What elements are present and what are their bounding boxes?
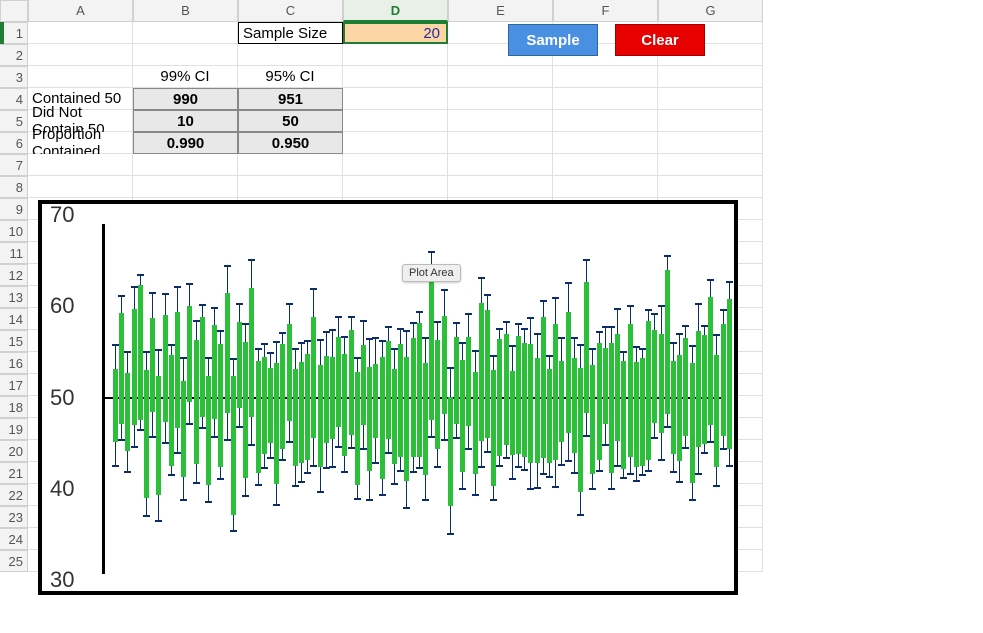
row-header-25[interactable]: 25 (0, 550, 28, 572)
col-header-E[interactable]: E (448, 0, 553, 22)
row-header-1[interactable]: 1 (0, 22, 28, 44)
sample-size-input[interactable]: 20▼ (343, 22, 448, 44)
cell-A3[interactable] (28, 66, 133, 88)
cell-F8[interactable] (553, 176, 658, 198)
row-header-19[interactable]: 19 (0, 418, 28, 440)
cell-D7[interactable] (343, 154, 448, 176)
col-header-D[interactable]: D (343, 0, 448, 22)
row-header-17[interactable]: 17 (0, 374, 28, 396)
cell-E6[interactable] (448, 132, 553, 154)
header-99ci: 99% CI (133, 66, 238, 88)
y-tick-label: 40 (50, 476, 74, 502)
row-header-10[interactable]: 10 (0, 220, 28, 242)
cell-E5[interactable] (448, 110, 553, 132)
table-cell-95: 951 (238, 88, 343, 110)
table-row-label: Proportion Contained (28, 132, 133, 154)
cell-A2[interactable] (28, 44, 133, 66)
row-header-14[interactable]: 14 (0, 308, 28, 330)
cell-C8[interactable] (238, 176, 343, 198)
y-tick-label: 50 (50, 385, 74, 411)
sample-size-label: Sample Size (238, 22, 343, 44)
cell-B8[interactable] (133, 176, 238, 198)
row-header-24[interactable]: 24 (0, 528, 28, 550)
col-header-G[interactable]: G (658, 0, 763, 22)
cell-G5[interactable] (658, 110, 763, 132)
col-header-A[interactable]: A (28, 0, 133, 22)
cell-F4[interactable] (553, 88, 658, 110)
y-tick-label: 70 (50, 202, 74, 228)
row-header-4[interactable]: 4 (0, 88, 28, 110)
cell-E7[interactable] (448, 154, 553, 176)
sample-button[interactable]: Sample (508, 24, 598, 56)
row-header-16[interactable]: 16 (0, 352, 28, 374)
row-header-2[interactable]: 2 (0, 44, 28, 66)
col-header-B[interactable]: B (133, 0, 238, 22)
cell-G7[interactable] (658, 154, 763, 176)
cell-F3[interactable] (553, 66, 658, 88)
cell-D2[interactable] (343, 44, 448, 66)
cell-G8[interactable] (658, 176, 763, 198)
select-all-corner[interactable] (0, 0, 28, 22)
cell-E8[interactable] (448, 176, 553, 198)
cell-E3[interactable] (448, 66, 553, 88)
chart-area[interactable]: 30 40 50 60 70 Plot Area (38, 200, 738, 595)
row-header-8[interactable]: 8 (0, 176, 28, 198)
header-95ci: 95% CI (238, 66, 343, 88)
cell-D6[interactable] (343, 132, 448, 154)
plot-area-tooltip: Plot Area (402, 264, 461, 282)
y-axis-line (102, 224, 105, 574)
ci-interval (726, 204, 733, 591)
cell-E4[interactable] (448, 88, 553, 110)
row-header-21[interactable]: 21 (0, 462, 28, 484)
cell-G3[interactable] (658, 66, 763, 88)
cell-B2[interactable] (133, 44, 238, 66)
cell-A7[interactable] (28, 154, 133, 176)
row-header-15[interactable]: 15 (0, 330, 28, 352)
row-header-3[interactable]: 3 (0, 66, 28, 88)
row-header-6[interactable]: 6 (0, 132, 28, 154)
cell-F6[interactable] (553, 132, 658, 154)
cell-C7[interactable] (238, 154, 343, 176)
clear-button[interactable]: Clear (615, 24, 705, 56)
row-header-13[interactable]: 13 (0, 286, 28, 308)
col-header-F[interactable]: F (553, 0, 658, 22)
cell-F5[interactable] (553, 110, 658, 132)
cell-G6[interactable] (658, 132, 763, 154)
row-header-7[interactable]: 7 (0, 154, 28, 176)
table-cell-99: 10 (133, 110, 238, 132)
cell-D4[interactable] (343, 88, 448, 110)
cell-D3[interactable] (343, 66, 448, 88)
col-header-C[interactable]: C (238, 0, 343, 22)
row-header-12[interactable]: 12 (0, 264, 28, 286)
row-header-23[interactable]: 23 (0, 506, 28, 528)
row-header-5[interactable]: 5 (0, 110, 28, 132)
cell-A8[interactable] (28, 176, 133, 198)
cell-D5[interactable] (343, 110, 448, 132)
table-cell-95: 50 (238, 110, 343, 132)
cell-G4[interactable] (658, 88, 763, 110)
row-header-22[interactable]: 22 (0, 484, 28, 506)
y-tick-label: 30 (50, 567, 74, 593)
row-header-9[interactable]: 9 (0, 198, 28, 220)
cell-D8[interactable] (343, 176, 448, 198)
table-cell-95: 0.950 (238, 132, 343, 154)
row-header-18[interactable]: 18 (0, 396, 28, 418)
table-cell-99: 0.990 (133, 132, 238, 154)
y-tick-label: 60 (50, 293, 74, 319)
cell-B7[interactable] (133, 154, 238, 176)
row-header-11[interactable]: 11 (0, 242, 28, 264)
cell-A1[interactable] (28, 22, 133, 44)
cell-C2[interactable] (238, 44, 343, 66)
row-header-20[interactable]: 20 (0, 440, 28, 462)
cell-F7[interactable] (553, 154, 658, 176)
cell-B1[interactable] (133, 22, 238, 44)
table-cell-99: 990 (133, 88, 238, 110)
